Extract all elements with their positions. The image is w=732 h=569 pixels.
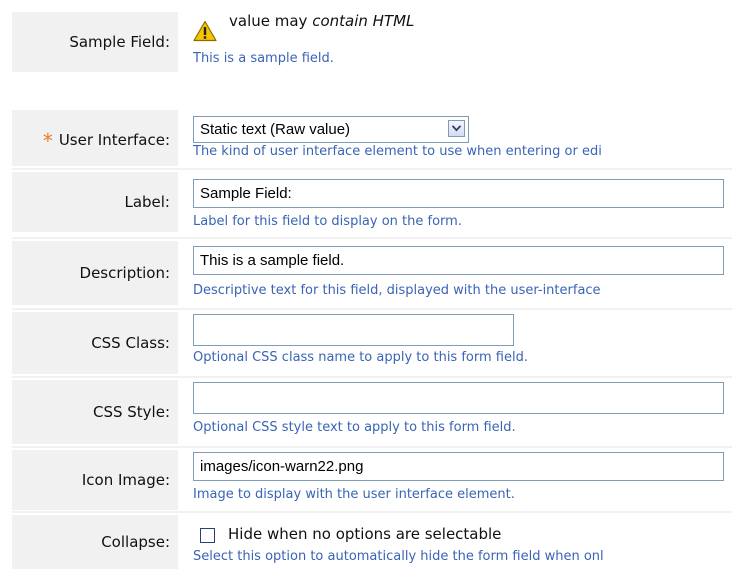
user-interface-description: The kind of user interface element to us… bbox=[193, 144, 602, 159]
row-divider bbox=[12, 308, 732, 310]
icon-image-label: Icon Image: bbox=[81, 471, 170, 489]
label-input[interactable]: Sample Field: bbox=[193, 179, 724, 208]
icon-image-description: Image to display with the user interface… bbox=[193, 487, 515, 502]
row-divider bbox=[12, 446, 732, 448]
row-divider bbox=[12, 511, 732, 513]
label-field-label: Label: bbox=[124, 193, 170, 211]
row-divider bbox=[12, 168, 732, 170]
sample-field-label: Sample Field: bbox=[69, 33, 170, 51]
required-star: * bbox=[42, 129, 53, 153]
sample-value-italic: contain HTML bbox=[312, 12, 415, 30]
user-interface-label-cell: * User Interface: bbox=[12, 110, 178, 166]
sample-field-label-cell: Sample Field: bbox=[12, 12, 178, 72]
row-divider bbox=[12, 237, 732, 239]
hide-when-no-options-label[interactable]: Hide when no options are selectable bbox=[228, 525, 501, 543]
label-description: Label for this field to display on the f… bbox=[193, 214, 462, 229]
collapse-label: Collapse: bbox=[101, 533, 170, 551]
icon-image-input[interactable]: images/icon-warn22.png bbox=[193, 452, 724, 481]
css-style-label-cell: CSS Style: bbox=[12, 380, 178, 444]
user-interface-select[interactable]: Static text (Raw value) bbox=[193, 116, 469, 143]
css-style-input[interactable] bbox=[193, 382, 724, 414]
user-interface-label: User Interface: bbox=[58, 131, 170, 149]
icon-image-label-cell: Icon Image: bbox=[12, 450, 178, 510]
sample-field-description: This is a sample field. bbox=[193, 51, 334, 66]
css-style-description: Optional CSS style text to apply to this… bbox=[193, 420, 516, 435]
user-interface-selected-value: Static text (Raw value) bbox=[200, 121, 351, 138]
description-description: Descriptive text for this field, display… bbox=[193, 283, 601, 298]
css-class-label-cell: CSS Class: bbox=[12, 312, 178, 374]
chevron-down-icon[interactable] bbox=[448, 120, 465, 137]
css-class-description: Optional CSS class name to apply to this… bbox=[193, 350, 528, 365]
description-label-cell: Description: bbox=[12, 241, 178, 305]
collapse-description: Select this option to automatically hide… bbox=[193, 549, 604, 564]
css-style-label: CSS Style: bbox=[92, 403, 170, 421]
warning-triangle-icon bbox=[193, 20, 217, 42]
description-field-label: Description: bbox=[79, 264, 170, 282]
css-class-input[interactable] bbox=[193, 314, 514, 346]
sample-value-text: value may bbox=[229, 12, 308, 30]
description-input[interactable]: This is a sample field. bbox=[193, 246, 724, 275]
label-label-cell: Label: bbox=[12, 172, 178, 232]
css-class-label: CSS Class: bbox=[91, 334, 170, 352]
field-editor-form: Sample Field: value may contain HTML Thi… bbox=[0, 0, 732, 569]
sample-field-value: value may contain HTML bbox=[229, 12, 414, 30]
row-divider bbox=[12, 376, 732, 378]
collapse-label-cell: Collapse: bbox=[12, 515, 178, 569]
hide-when-no-options-checkbox[interactable] bbox=[200, 528, 215, 543]
